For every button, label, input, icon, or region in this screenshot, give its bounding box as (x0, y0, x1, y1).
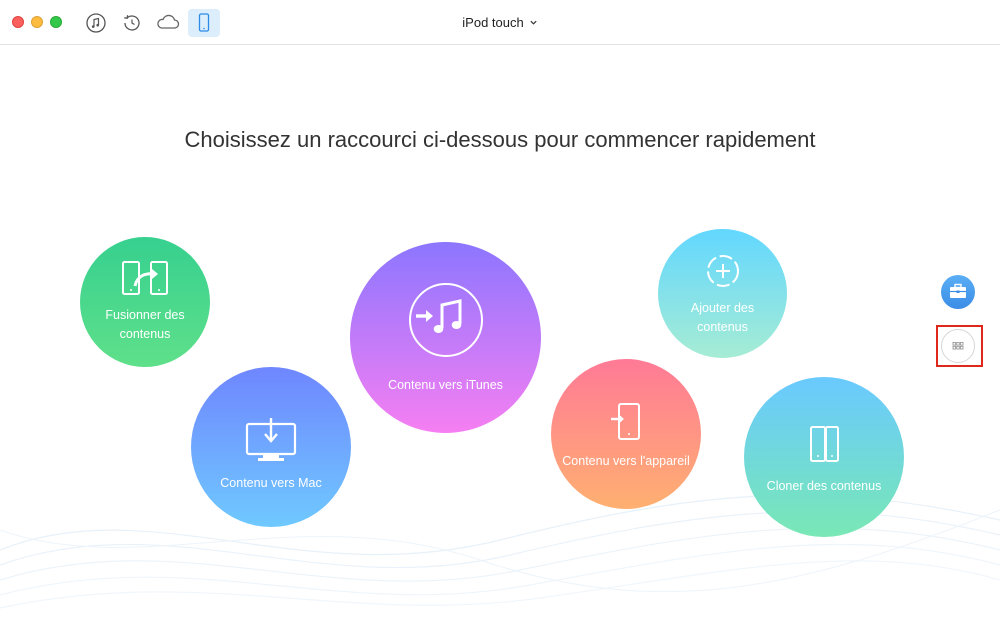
history-icon[interactable] (119, 10, 145, 36)
merge-content-label-2: contenus (119, 327, 171, 341)
clone-content-label: Cloner des contenus (766, 478, 882, 493)
cloud-icon[interactable] (154, 10, 182, 36)
zoom-window-button[interactable] (50, 16, 62, 28)
content-to-mac-label: Contenu vers Mac (220, 475, 322, 490)
content-to-itunes-label: Contenu vers iTunes (388, 378, 503, 392)
merge-content-button[interactable]: Fusionner des contenus (80, 237, 210, 367)
close-window-button[interactable] (12, 16, 24, 28)
chevron-down-icon (530, 20, 537, 25)
content-to-device-label: Contenu vers l'appareil (562, 453, 690, 468)
toolkit-button[interactable] (941, 275, 975, 309)
device-selector-button[interactable]: iPod touch (462, 15, 537, 30)
merge-content-label-1: Fusionner des (105, 308, 185, 322)
device-icon[interactable] (188, 9, 220, 37)
add-circle-icon (706, 254, 739, 287)
add-content-label-2: contenus (697, 319, 748, 334)
add-content-button[interactable]: Ajouter des contenus (658, 229, 787, 358)
clone-content-button[interactable]: Cloner des contenus (744, 377, 904, 537)
music-icon[interactable] (83, 10, 109, 36)
toolkit-icon (950, 283, 966, 298)
content-to-itunes-button[interactable]: Contenu vers iTunes (350, 242, 541, 433)
highlight-box (936, 325, 983, 367)
itunes-music-icon (408, 283, 483, 357)
clone-devices-icon (810, 425, 839, 462)
add-content-label-1: Ajouter des (690, 300, 755, 315)
content-to-mac-button[interactable]: Contenu vers Mac (191, 367, 351, 527)
device-import-icon (611, 402, 640, 440)
device-name: iPod touch (462, 15, 524, 30)
minimize-window-button[interactable] (31, 16, 43, 28)
page-title: Choisissez un raccourci ci-dessous pour … (184, 127, 816, 152)
content-to-device-button[interactable]: Contenu vers l'appareil (551, 359, 701, 509)
monitor-download-icon (245, 417, 297, 461)
merge-devices-icon (122, 261, 168, 295)
